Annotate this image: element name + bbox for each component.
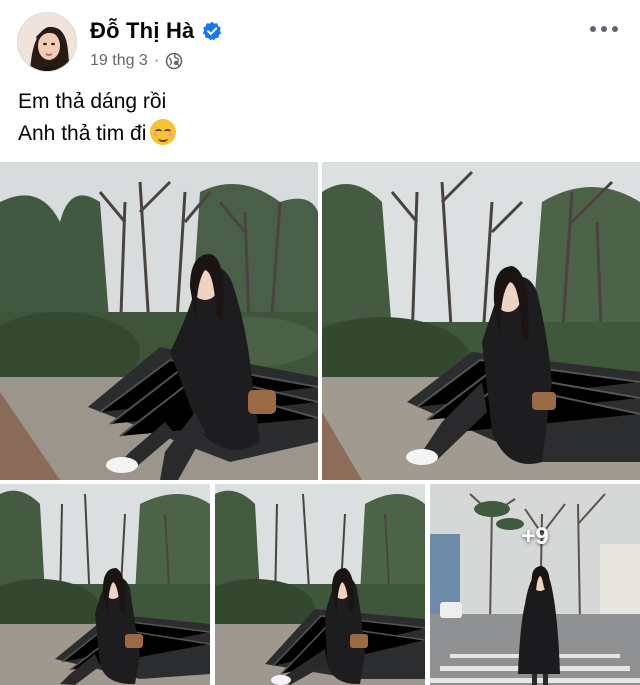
author-avatar[interactable] bbox=[17, 12, 77, 72]
caption-line-1: Em thả dáng rồi bbox=[18, 90, 167, 113]
verified-badge-icon bbox=[202, 21, 222, 41]
post-timestamp[interactable]: 19 thg 3 bbox=[90, 52, 148, 70]
more-options-icon[interactable] bbox=[590, 22, 618, 36]
caption-line-2-text: Anh thả tim đi bbox=[18, 122, 147, 145]
caption-line-2: Anh thả tim đi bbox=[18, 118, 618, 150]
author-name-row: Đỗ Thị Hà bbox=[90, 18, 222, 44]
smiling-face-icon bbox=[150, 119, 177, 145]
globe-icon bbox=[165, 52, 183, 70]
more-photos-overlay[interactable]: +9 bbox=[430, 484, 640, 685]
gallery-photo-2[interactable] bbox=[322, 162, 640, 480]
gallery-photo-5[interactable]: +9 bbox=[430, 484, 640, 685]
post-meta: 19 thg 3 · bbox=[90, 52, 183, 70]
post-caption: Em thả dáng rồi Anh thả tim đi bbox=[18, 86, 618, 150]
gallery-photo-1[interactable] bbox=[0, 162, 318, 480]
more-photos-count: +9 bbox=[521, 522, 549, 550]
author-name[interactable]: Đỗ Thị Hà bbox=[90, 18, 194, 44]
post-header: Đỗ Thị Hà 19 thg 3 · bbox=[0, 0, 640, 80]
gallery-photo-3[interactable] bbox=[0, 484, 210, 685]
gallery-photo-4[interactable] bbox=[215, 484, 425, 685]
meta-separator: · bbox=[153, 52, 160, 69]
